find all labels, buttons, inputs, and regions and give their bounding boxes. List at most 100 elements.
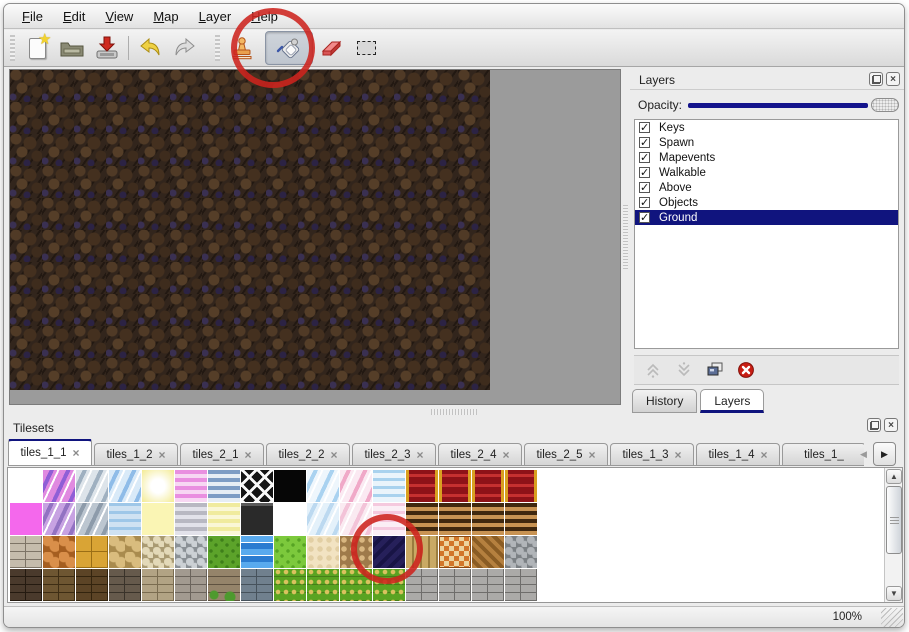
tileset-tab-tiles_1_4[interactable]: tiles_1_4× [696, 443, 780, 465]
float-panel-icon[interactable] [869, 72, 883, 86]
tileset-tab-tiles_2_5[interactable]: tiles_2_5× [524, 443, 608, 465]
tile-dark-sign[interactable] [241, 503, 273, 535]
tileset-tab-tiles_1_3[interactable]: tiles_1_3× [610, 443, 694, 465]
tileset-tab-tiles_2_1[interactable]: tiles_2_1× [180, 443, 264, 465]
tab-close-icon[interactable]: × [589, 450, 596, 460]
float-panel-icon[interactable] [867, 418, 881, 432]
opacity-slider-track[interactable] [688, 103, 868, 108]
tile-stone-tan[interactable] [109, 536, 141, 568]
tile-crystal-pink-pale[interactable] [340, 503, 372, 535]
new-map-button[interactable]: ★ [22, 33, 52, 63]
tile-brick-brown[interactable] [43, 569, 75, 601]
move-layer-down-button[interactable] [674, 360, 694, 380]
menu-map[interactable]: Map [143, 6, 188, 27]
layer-row-ground[interactable]: ✓Ground [635, 210, 898, 225]
tile-lattice[interactable] [241, 470, 273, 502]
tile-long-brick-gray[interactable] [505, 569, 537, 601]
duplicate-layer-button[interactable] [705, 360, 725, 380]
tile-brick-tan[interactable] [142, 569, 174, 601]
toolbar-grip[interactable] [10, 35, 15, 61]
tab-close-icon[interactable]: × [417, 450, 424, 460]
tile-crystal-pink[interactable] [340, 470, 372, 502]
tile-black[interactable] [274, 470, 306, 502]
tile-stripes-pale-yellow[interactable] [208, 503, 240, 535]
scroll-up-icon[interactable]: ▲ [886, 469, 902, 484]
map-canvas[interactable] [10, 70, 490, 390]
resize-grip[interactable] [881, 608, 903, 627]
tile-brick-bluegray[interactable] [241, 569, 273, 601]
tile-herringbone-wood[interactable] [472, 536, 504, 568]
tile-brick-dark[interactable] [10, 569, 42, 601]
tile-long-brick-gray[interactable] [406, 569, 438, 601]
tile-long-brick-gray[interactable] [439, 569, 471, 601]
tile-stripes-blue[interactable] [208, 470, 240, 502]
tab-close-icon[interactable]: × [73, 448, 80, 458]
tileset-tab-tiles_1_1[interactable]: tiles_1_1× [8, 439, 92, 465]
layer-row-keys[interactable]: ✓Keys [635, 120, 898, 135]
toolbar-grip[interactable] [215, 35, 220, 61]
layer-visibility-checkbox[interactable]: ✓ [639, 182, 650, 193]
tile-pebble-stones-gray[interactable] [505, 536, 537, 568]
tab-close-icon[interactable]: × [675, 450, 682, 460]
tile-streaks-pink[interactable] [373, 503, 405, 535]
tileset-tab-tiles_1_2[interactable]: tiles_1_2× [94, 443, 178, 465]
tile-wood-planks[interactable] [406, 536, 438, 568]
tile-pale-yellow[interactable] [142, 503, 174, 535]
tile-stones-gray[interactable] [175, 536, 207, 568]
palette-scrollbar[interactable]: ▲ ▼ [884, 468, 902, 602]
tile-empty[interactable] [274, 503, 306, 535]
tile-basket-weave[interactable] [439, 536, 471, 568]
delete-layer-button[interactable] [736, 360, 756, 380]
vertical-splitter[interactable] [622, 69, 629, 405]
layer-visibility-checkbox[interactable]: ✓ [639, 152, 650, 163]
tile-stripes-pink[interactable] [175, 470, 207, 502]
tab-close-icon[interactable]: × [331, 450, 338, 460]
tile-streaks-blue[interactable] [373, 470, 405, 502]
layer-visibility-checkbox[interactable]: ✓ [639, 197, 650, 208]
tab-close-icon[interactable]: × [159, 450, 166, 460]
scroll-down-icon[interactable]: ▼ [886, 586, 902, 601]
tile-stripes-brown[interactable] [505, 503, 537, 535]
tile-grass-flowers[interactable] [373, 569, 405, 601]
tile-floral-brown[interactable] [340, 536, 372, 568]
redo-button[interactable] [170, 33, 200, 63]
scrollbar-thumb[interactable] [886, 486, 902, 554]
layer-row-spawn[interactable]: ✓Spawn [635, 135, 898, 150]
menu-view[interactable]: View [95, 6, 143, 27]
tile-crystal-purple[interactable] [43, 470, 75, 502]
tile-stripes-brown[interactable] [439, 503, 471, 535]
tileset-tab-tiles_2_4[interactable]: tiles_2_4× [438, 443, 522, 465]
tile-stone-blocks-gray[interactable] [10, 536, 42, 568]
tile-stripes-brown[interactable] [406, 503, 438, 535]
tile-stone-orange[interactable] [43, 536, 75, 568]
tile-navy-dark[interactable] [373, 536, 405, 568]
eraser-tool-button[interactable] [316, 33, 346, 63]
tile-brick-gray[interactable] [175, 569, 207, 601]
menu-help[interactable]: Help [241, 6, 288, 27]
tile-tiles-gold[interactable] [76, 536, 108, 568]
tile-stripes-gray[interactable] [175, 503, 207, 535]
layer-row-objects[interactable]: ✓Objects [635, 195, 898, 210]
tileset-tab-tiles_1[interactable]: tiles_1_ [782, 443, 864, 465]
tab-scroll-left-button[interactable]: ◀ [857, 444, 870, 465]
layer-row-mapevents[interactable]: ✓Mapevents [635, 150, 898, 165]
horizontal-splitter[interactable] [4, 408, 904, 416]
tile-glow-yellow[interactable] [142, 470, 174, 502]
tile-grass-flowers[interactable] [274, 569, 306, 601]
open-map-button[interactable] [57, 33, 87, 63]
tile-sand[interactable] [307, 536, 339, 568]
tile-magenta[interactable] [10, 503, 42, 535]
undo-button[interactable] [135, 33, 165, 63]
move-layer-up-button[interactable] [643, 360, 663, 380]
layer-visibility-checkbox[interactable]: ✓ [639, 212, 650, 223]
tile-curtain-red[interactable] [439, 470, 471, 502]
tile-curtain-red[interactable] [472, 470, 504, 502]
tile-grass-bright[interactable] [274, 536, 306, 568]
tile-crystal-blue-pale[interactable] [307, 503, 339, 535]
tile-grass-dark[interactable] [208, 536, 240, 568]
layer-visibility-checkbox[interactable]: ✓ [639, 167, 650, 178]
fill-tool-button[interactable] [265, 31, 313, 65]
close-panel-icon[interactable]: × [886, 72, 900, 86]
tileset-tab-tiles_2_2[interactable]: tiles_2_2× [266, 443, 350, 465]
tab-close-icon[interactable]: × [503, 450, 510, 460]
